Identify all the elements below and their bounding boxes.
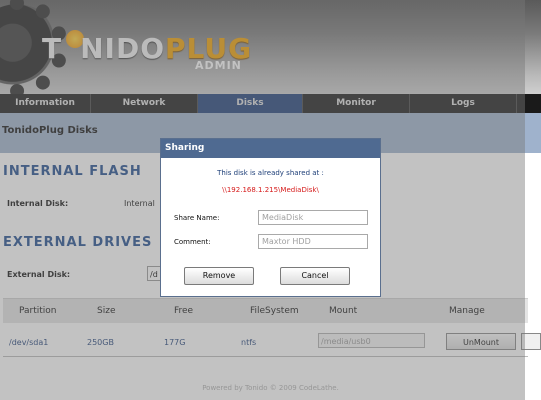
share-path: \\192.168.1.215\MediaDisk\ (222, 186, 319, 194)
share-name-input[interactable]: MediaDisk (258, 210, 368, 225)
remove-button[interactable]: Remove (184, 267, 254, 285)
dialog-title: Sharing (161, 139, 380, 158)
comment-input[interactable]: Maxtor HDD (258, 234, 368, 249)
share-name-label: Share Name: (174, 214, 220, 222)
comment-label: Comment: (174, 238, 211, 246)
dialog-message: This disk is already shared at : (217, 169, 324, 177)
sharing-dialog: Sharing This disk is already shared at :… (160, 138, 381, 297)
cancel-button[interactable]: Cancel (280, 267, 350, 285)
